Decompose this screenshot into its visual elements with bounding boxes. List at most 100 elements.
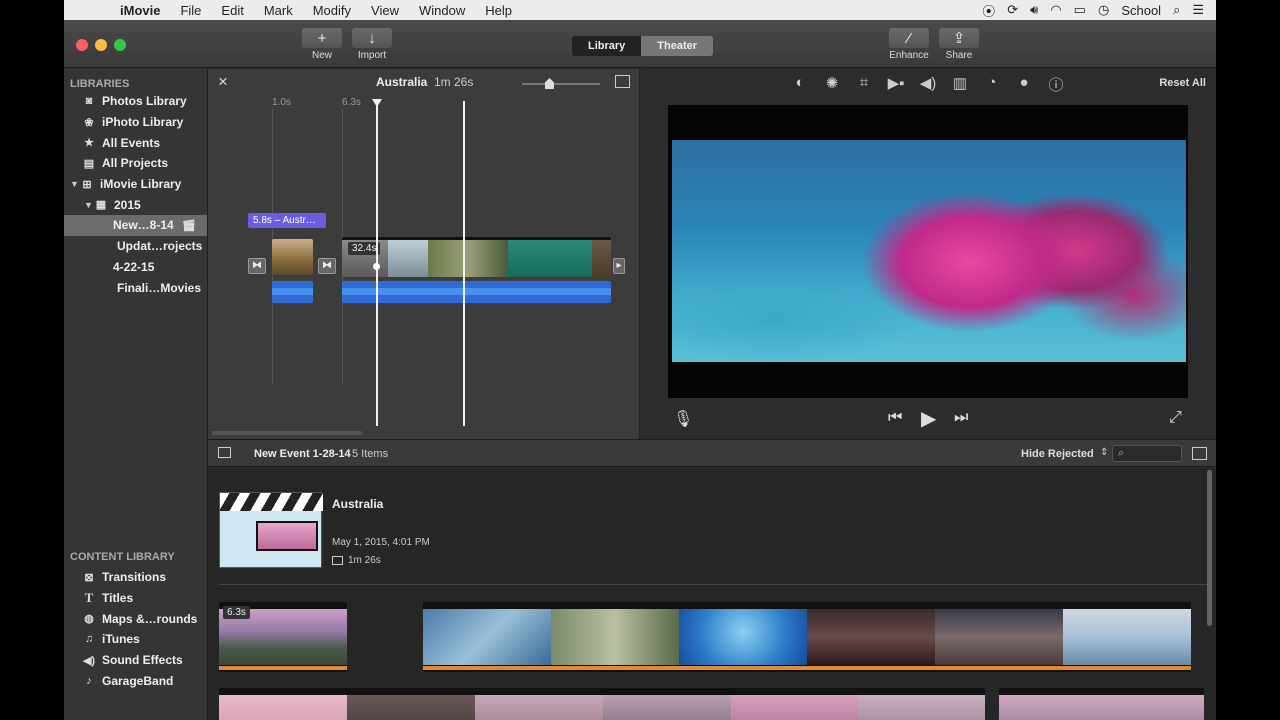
- film-strip-icon[interactable]: [615, 75, 630, 88]
- skip-forward-icon[interactable]: ⏭︎: [954, 409, 968, 427]
- project-name: Australia: [332, 497, 384, 511]
- menu-window[interactable]: Window: [409, 3, 475, 18]
- zoom-slider[interactable]: [522, 83, 600, 85]
- film-strip-icon[interactable]: [1192, 447, 1207, 460]
- clapper-icon: 🎬︎: [181, 219, 196, 232]
- volume-icon[interactable]: 🔊︎: [1030, 2, 1038, 18]
- chevron-updown-icon[interactable]: ⇕: [1100, 447, 1108, 458]
- browser-scrollbar[interactable]: [1207, 470, 1212, 626]
- menu-view[interactable]: View: [361, 3, 409, 18]
- sidebar-item-label: iTunes: [102, 632, 140, 647]
- audio-waveform[interactable]: [272, 281, 313, 303]
- transition-icon[interactable]: ⧓: [318, 258, 336, 274]
- crop-icon[interactable]: ⌗: [855, 74, 873, 95]
- imovie-window: iMovie File Edit Mark Modify View Window…: [64, 0, 1216, 720]
- spotlight-icon[interactable]: ⌕: [1173, 2, 1180, 18]
- menu-help[interactable]: Help: [475, 3, 522, 18]
- project-duration: 1m 26s: [348, 555, 381, 566]
- clip-title-tag[interactable]: 5.8s – Austr…: [248, 213, 326, 228]
- sidebar-item-all-events[interactable]: ★ All Events: [64, 132, 207, 153]
- project-thumbnail[interactable]: [219, 492, 323, 568]
- sidebar-item-imovie-library[interactable]: ▼ ⊞ iMovie Library: [64, 174, 207, 195]
- reset-all-button[interactable]: Reset All: [1159, 77, 1206, 89]
- sidebar-item-iphoto-library[interactable]: ❀ iPhoto Library: [64, 112, 207, 133]
- sidebar-item-garageband[interactable]: ♪ GarageBand: [64, 670, 208, 691]
- clip-filter-icon[interactable]: ●: [1015, 74, 1033, 95]
- library-tab[interactable]: Library: [572, 36, 642, 56]
- sync-icon[interactable]: ⟳: [1007, 2, 1018, 18]
- playhead-marker-icon[interactable]: [372, 99, 382, 107]
- color-balance-icon[interactable]: ◐: [791, 74, 809, 95]
- event-clip[interactable]: [219, 688, 985, 720]
- audio-waveform[interactable]: [342, 281, 611, 303]
- sidebar-item-all-projects[interactable]: ▤ All Projects: [64, 153, 207, 174]
- event-clip[interactable]: [423, 602, 1191, 672]
- volume-icon[interactable]: ◀): [919, 74, 937, 95]
- info-icon[interactable]: ⓘ: [1047, 74, 1065, 95]
- zoom-slider-knob[interactable]: [545, 78, 554, 89]
- grid-icon: ⊞: [82, 178, 92, 191]
- menu-mark[interactable]: Mark: [254, 3, 303, 18]
- equalizer-icon[interactable]: ▥: [951, 74, 969, 95]
- sidebar-item-2015[interactable]: ▼ ▦ 2015: [64, 194, 207, 215]
- zoom-window-icon[interactable]: [114, 39, 126, 51]
- battery-icon[interactable]: ▭: [1074, 2, 1086, 18]
- play-icon[interactable]: ▶: [921, 406, 936, 431]
- stabilization-icon[interactable]: ▶▪: [887, 74, 905, 95]
- timeline-clip[interactable]: [342, 237, 611, 277]
- sidebar-item-titles[interactable]: T Titles: [64, 588, 208, 609]
- search-input[interactable]: ⌕: [1112, 445, 1182, 462]
- speed-icon[interactable]: ◔: [983, 74, 1001, 95]
- transition-icon[interactable]: ▸: [613, 258, 625, 274]
- wifi-icon[interactable]: ◠: [1050, 2, 1061, 18]
- camera-icon: ◙: [85, 95, 93, 108]
- sidebar-item-label: All Events: [102, 135, 161, 150]
- menu-app[interactable]: iMovie: [110, 3, 170, 18]
- sidebar-item-photos-library[interactable]: ◙ Photos Library: [64, 91, 207, 112]
- close-icon[interactable]: ×: [218, 72, 228, 92]
- minimize-window-icon[interactable]: [95, 39, 107, 51]
- enhance-button[interactable]: ⁄ Enhance: [889, 28, 929, 61]
- close-window-icon[interactable]: [76, 39, 88, 51]
- browser-toolbar: New Event 1-28-14 5 Items Hide Rejected …: [208, 439, 1216, 467]
- share-label: Share: [945, 50, 973, 61]
- skip-back-icon[interactable]: ⏮︎: [888, 409, 902, 427]
- sidebar-item-sound-effects[interactable]: ◀) Sound Effects: [64, 650, 208, 671]
- menu-modify[interactable]: Modify: [303, 3, 361, 18]
- sidebar-item-label: Maps &…rounds: [102, 611, 198, 626]
- sidebar-item-finalized-movies[interactable]: Finali…Movies: [64, 277, 207, 298]
- notification-icon[interactable]: ☰: [1192, 2, 1204, 18]
- record-icon[interactable]: ⦿: [982, 1, 995, 20]
- sidebar-item-updated-projects[interactable]: Updat…rojects: [64, 236, 207, 257]
- playhead-line[interactable]: [463, 101, 465, 426]
- disclosure-triangle-icon[interactable]: ▼: [70, 179, 80, 189]
- fullscreen-icon[interactable]: ⤢: [1169, 409, 1182, 427]
- event-clip[interactable]: [999, 688, 1204, 720]
- new-button[interactable]: + New: [302, 28, 342, 61]
- sidebar-item-transitions[interactable]: ⊠ Transitions: [64, 567, 208, 588]
- microphone-icon[interactable]: 🎙︎: [673, 409, 693, 429]
- theater-tab[interactable]: Theater: [641, 36, 714, 56]
- status-area: ⦿ ⟳ 🔊︎ ◠ ▭ ◷ School ⌕ ☰: [982, 1, 1216, 20]
- disclosure-triangle-icon[interactable]: ▼: [84, 200, 94, 210]
- sidebar-item-new-event[interactable]: New…8-14 🎬︎: [64, 215, 207, 236]
- clock-icon[interactable]: ◷: [1098, 2, 1109, 18]
- sidebar-item-maps-backgrounds[interactable]: ◍ Maps &…rounds: [64, 608, 208, 629]
- color-correction-icon[interactable]: ✺: [823, 74, 841, 95]
- timeline-scrollbar[interactable]: [212, 431, 362, 435]
- user-name[interactable]: School: [1121, 3, 1161, 18]
- menu-file[interactable]: File: [170, 3, 211, 18]
- transition-icon[interactable]: ⧓: [248, 258, 266, 274]
- sidebar-toggle-icon[interactable]: [218, 447, 231, 458]
- sidebar-item-label: iPhoto Library: [102, 115, 184, 130]
- share-icon: ⇪: [939, 28, 979, 48]
- timeline-clip[interactable]: [272, 239, 313, 275]
- share-button[interactable]: ⇪ Share: [939, 28, 979, 61]
- video-preview[interactable]: [668, 105, 1188, 398]
- filter-select[interactable]: Hide Rejected: [1021, 448, 1094, 460]
- clip-thumbnail: [551, 609, 679, 665]
- import-button[interactable]: ↓ Import: [352, 28, 392, 61]
- sidebar-item-4-22-15[interactable]: 4-22-15: [64, 257, 207, 278]
- menu-edit[interactable]: Edit: [211, 3, 253, 18]
- sidebar-item-itunes[interactable]: ♫ iTunes: [64, 629, 208, 650]
